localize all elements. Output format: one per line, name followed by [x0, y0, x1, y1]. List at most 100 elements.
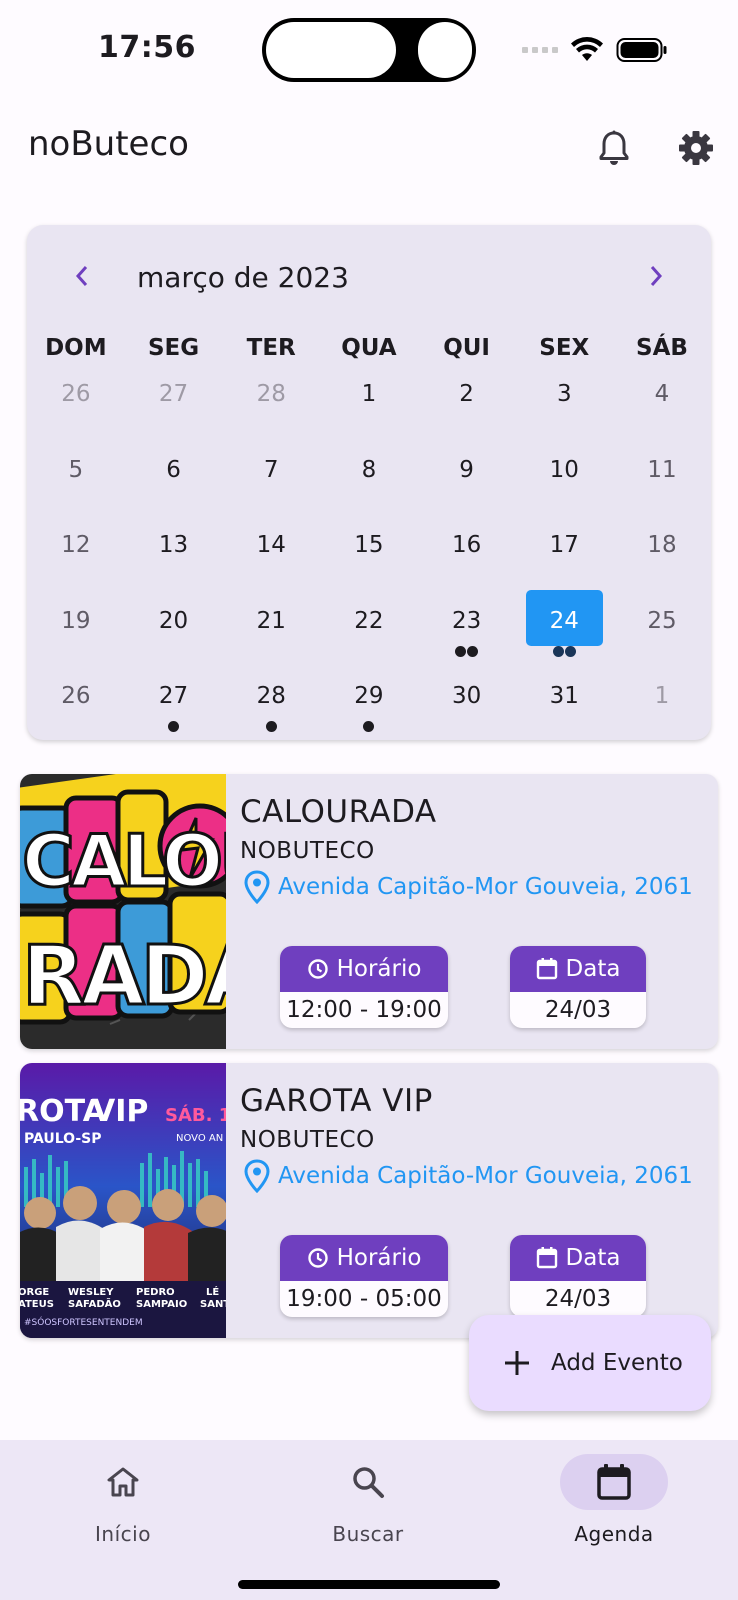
calendar-day[interactable]: 28: [222, 677, 320, 753]
settings-button[interactable]: [676, 128, 716, 168]
event-venue: NOBUTECO: [240, 838, 375, 864]
calendar-day[interactable]: 30: [418, 677, 516, 753]
calendar-day[interactable]: 29: [320, 677, 418, 753]
nav-item-buscar[interactable]: Buscar: [278, 1454, 458, 1546]
clock-icon: [307, 1248, 328, 1268]
calendar-day-number: 5: [68, 456, 84, 483]
svg-text:ATEUS: ATEUS: [20, 1299, 54, 1310]
calendar-day-number: 13: [158, 532, 189, 558]
calendar-day-number: 7: [263, 456, 279, 483]
calendar-day[interactable]: 26: [27, 677, 125, 753]
svg-text:CALOU: CALOU: [22, 819, 226, 903]
chevron-left-icon: [75, 266, 88, 286]
event-markers: [418, 645, 516, 657]
calendar-day-number: 11: [647, 456, 677, 483]
svg-text:PEDRO: PEDRO: [136, 1287, 175, 1298]
calendar-card: março de 2023 DOM SEG TER QUA QUI SEX SÁB 26 27…: [27, 225, 711, 740]
calendar-day[interactable]: 19: [27, 602, 125, 678]
event-address[interactable]: Avenida Capitão-Mor Gouveia, 2061: [244, 1159, 693, 1193]
event-card[interactable]: CALOU RADA CALOURADA NOBUTECO Avenida Ca…: [20, 774, 718, 1049]
event-title: GAROTA VIP: [240, 1083, 433, 1119]
event-venue: NOBUTECO: [240, 1127, 375, 1153]
calendar-day[interactable]: 1: [613, 677, 711, 753]
calendar-day[interactable]: 8: [320, 451, 418, 527]
event-date-label: Data: [565, 1245, 621, 1271]
event-marker-dot: [455, 645, 467, 657]
calendar-day[interactable]: 14: [222, 526, 320, 602]
calendar-day[interactable]: 27: [125, 677, 223, 753]
calendar-day[interactable]: 18: [613, 526, 711, 602]
calendar-day[interactable]: 3: [515, 375, 613, 451]
nav-item-inicio[interactable]: Início: [33, 1454, 213, 1546]
calendar-day-number: 17: [549, 532, 579, 558]
calendar-day[interactable]: 25: [613, 602, 711, 678]
calendar-day[interactable]: 26: [27, 375, 125, 451]
calendar-day[interactable]: 31: [515, 677, 613, 753]
calendar-day[interactable]: 27: [125, 375, 223, 451]
calendar-day-number: 24: [549, 607, 579, 634]
calendar-day-number: 26: [61, 683, 91, 709]
calendar-day[interactable]: 5: [27, 451, 125, 527]
event-card[interactable]: ROTA VIP SÁB. 1 PAULO-SP NOVO AN ORGE WE…: [20, 1063, 718, 1338]
notifications-button[interactable]: [594, 128, 634, 168]
cellular-signal-icon: [522, 47, 558, 53]
calendar-day[interactable]: 22: [320, 602, 418, 678]
calendar-day[interactable]: 1: [320, 375, 418, 451]
home-indicator: [238, 1580, 500, 1589]
calendar-day-selected[interactable]: 24: [515, 589, 613, 678]
calendar-month-label: março de 2023: [137, 261, 349, 294]
event-markers: [125, 721, 223, 732]
nav-label: Agenda: [574, 1522, 654, 1546]
add-event-button[interactable]: Add Evento: [469, 1315, 711, 1411]
calendar-day[interactable]: 10: [515, 451, 613, 527]
calendar-day[interactable]: 2: [418, 375, 516, 451]
calendar-day[interactable]: 9: [418, 451, 516, 527]
calendar-day-number: 27: [158, 683, 189, 709]
calendar-day[interactable]: 16: [418, 526, 516, 602]
svg-text:WESLEY: WESLEY: [68, 1287, 114, 1298]
calendar-day-number: 28: [256, 683, 286, 709]
event-address-text: Avenida Capitão-Mor Gouveia, 2061: [278, 874, 693, 900]
calendar-day-number: 8: [361, 456, 377, 483]
event-marker-dot: [363, 721, 375, 732]
event-marker-dot: [552, 645, 564, 657]
calendar-day[interactable]: 12: [27, 526, 125, 602]
calendar-day[interactable]: 6: [125, 451, 223, 527]
calendar-day[interactable]: 21: [222, 602, 320, 678]
calendar-day-number: 16: [451, 532, 482, 558]
event-time-label: Horário: [336, 1245, 422, 1271]
next-month-button[interactable]: [641, 261, 671, 291]
previous-month-button[interactable]: [67, 261, 97, 291]
calendar-day-number: 6: [166, 456, 181, 483]
calendar-day[interactable]: 4: [613, 375, 711, 451]
calendar-day[interactable]: 7: [222, 451, 320, 527]
event-time-chip: Horário 12:00 - 19:00: [280, 946, 448, 1028]
weekday-label: QUI: [443, 335, 490, 361]
chevron-right-icon: [650, 266, 663, 286]
calendar-day[interactable]: 23: [418, 602, 516, 678]
calendar-day-number: 28: [256, 381, 286, 407]
calendar-icon: [597, 1464, 631, 1500]
nav-item-agenda[interactable]: Agenda: [524, 1454, 704, 1546]
calendar-icon: [536, 958, 557, 980]
svg-text:SANT: SANT: [200, 1299, 226, 1310]
calendar-day-number: 25: [647, 607, 677, 634]
event-address[interactable]: Avenida Capitão-Mor Gouveia, 2061: [244, 870, 693, 904]
calendar-day-number: 22: [354, 607, 384, 634]
calendar-day[interactable]: 13: [125, 526, 223, 602]
status-bar: 17:56: [0, 0, 738, 100]
calendar-day-number: 3: [556, 381, 572, 407]
clock-icon: [307, 959, 328, 979]
event-time-label: Horário: [336, 956, 422, 982]
calendar-day-number: 30: [451, 683, 482, 709]
home-icon: [107, 1467, 139, 1497]
calendar-day[interactable]: 11: [613, 451, 711, 527]
weekday-label: SÁB: [636, 335, 688, 361]
calendar-day[interactable]: 15: [320, 526, 418, 602]
calendar-day[interactable]: 28: [222, 375, 320, 451]
calendar-day-number: 31: [549, 683, 579, 709]
location-pin-icon: [244, 1159, 270, 1193]
event-marker-dot: [467, 645, 479, 657]
calendar-day-number: 18: [647, 532, 677, 558]
calendar-day[interactable]: 20: [125, 602, 223, 678]
